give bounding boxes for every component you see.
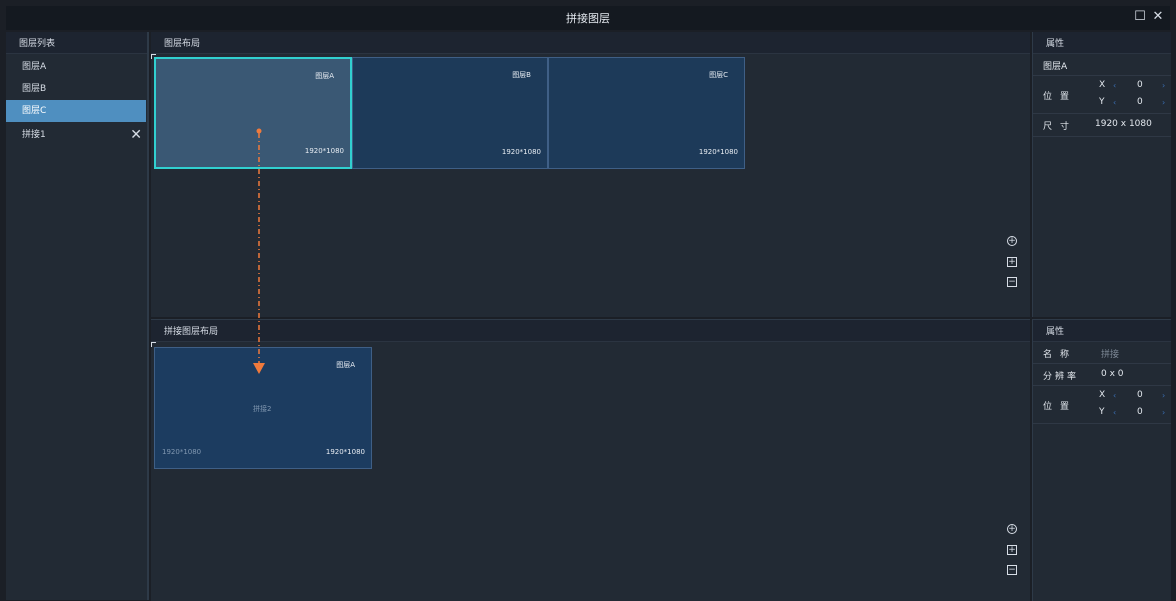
drag-arrow-head: [253, 363, 265, 374]
prop-x-label: X: [1099, 390, 1106, 400]
drag-arrow-overlay: [253, 128, 265, 374]
prop-position-label: 位置: [1043, 92, 1078, 102]
prop-size-label: 尺寸: [1043, 122, 1078, 132]
y-increase-icon[interactable]: ›: [1162, 408, 1165, 417]
prop-position-row: 位置 X ‹ 0 › Y ‹ 0 ›: [1033, 76, 1171, 114]
prop-size-value: 1920 x 1080: [1095, 119, 1152, 129]
x-decrease-icon[interactable]: ‹: [1113, 81, 1116, 90]
properties-title: 属性: [1046, 39, 1065, 49]
prop-y-value[interactable]: 0: [1137, 407, 1143, 417]
prop-layer-name-row: 图层A: [1033, 54, 1171, 76]
properties-panel-bottom: 属性 名称 拼接 分辨率 0 x 0 位置 X ‹ 0 › Y ‹ 0 ›: [1032, 319, 1171, 601]
properties-title: 属性: [1046, 327, 1065, 337]
drag-start-dot: [256, 128, 262, 134]
prop-name-label: 名称: [1043, 350, 1078, 360]
x-increase-icon[interactable]: ›: [1162, 81, 1165, 90]
prop-y-value[interactable]: 0: [1137, 97, 1143, 107]
prop-layer-name: 图层A: [1043, 62, 1068, 72]
prop-size-row: 尺寸 1920 x 1080: [1033, 114, 1171, 137]
prop-y-label: Y: [1099, 407, 1105, 417]
x-increase-icon[interactable]: ›: [1162, 391, 1165, 400]
prop-position-row: 位置 X ‹ 0 › Y ‹ 0 ›: [1033, 386, 1171, 424]
y-decrease-icon[interactable]: ‹: [1113, 408, 1116, 417]
prop-y-label: Y: [1099, 97, 1105, 107]
prop-name-row: 名称 拼接: [1033, 342, 1171, 364]
x-decrease-icon[interactable]: ‹: [1113, 391, 1116, 400]
y-decrease-icon[interactable]: ‹: [1113, 98, 1116, 107]
prop-position-label: 位置: [1043, 402, 1078, 412]
prop-x-value[interactable]: 0: [1137, 80, 1143, 90]
prop-resolution-value: 0 x 0: [1101, 369, 1124, 379]
prop-x-value[interactable]: 0: [1137, 390, 1143, 400]
prop-name-value[interactable]: 拼接: [1101, 347, 1119, 360]
properties-header: 属性: [1033, 32, 1171, 54]
y-increase-icon[interactable]: ›: [1162, 98, 1165, 107]
prop-resolution-row: 分辨率 0 x 0: [1033, 364, 1171, 386]
properties-panel-top: 属性 图层A 位置 X ‹ 0 › Y ‹ 0 › 尺寸 1920 x 1080: [1032, 32, 1171, 317]
prop-resolution-label: 分辨率: [1043, 372, 1080, 382]
properties-header: 属性: [1033, 320, 1171, 342]
prop-x-label: X: [1099, 80, 1106, 90]
